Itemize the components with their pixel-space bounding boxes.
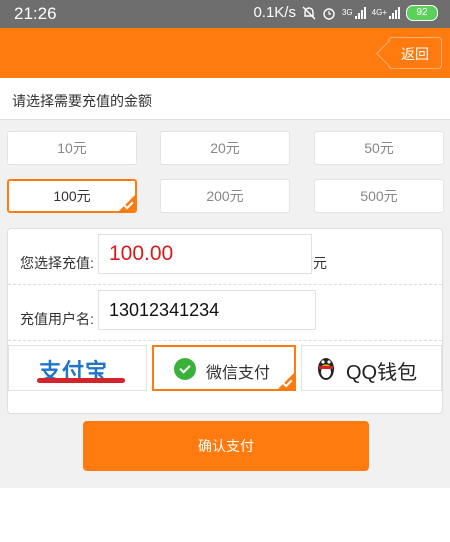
back-button-label: 返回 bbox=[401, 46, 429, 62]
network-4g-label: 4G+ bbox=[371, 7, 387, 17]
status-bar: 21:26 0.1K/s 3G 4G+ 92 bbox=[0, 0, 450, 28]
section-title: 请选择需要充值的金额 bbox=[0, 78, 450, 120]
qq-wallet-label: QQ钱包 bbox=[346, 362, 418, 384]
network-speed: 0.1K/s bbox=[253, 4, 296, 21]
form-divider bbox=[8, 340, 442, 341]
form-divider bbox=[8, 284, 442, 285]
amount-label: 100元 bbox=[53, 188, 91, 204]
wechat-pay-label: 微信支付 bbox=[206, 365, 271, 382]
alarm-icon bbox=[323, 7, 335, 20]
wechat-icon bbox=[174, 358, 196, 380]
username-input[interactable]: 13012341234 bbox=[98, 290, 316, 330]
amount-option-500[interactable]: 500元 bbox=[314, 179, 444, 213]
pay-option-qq[interactable]: QQ钱包 bbox=[301, 345, 442, 391]
signal-icon bbox=[354, 6, 366, 19]
amount-option-200[interactable]: 200元 bbox=[160, 179, 290, 213]
status-indicators: 0.1K/s 3G 4G+ 92 bbox=[253, 4, 438, 21]
network-3g-label: 3G bbox=[341, 7, 353, 17]
qq-penguin-icon bbox=[318, 358, 334, 380]
top-header: 返回 bbox=[0, 28, 450, 78]
amount-field-label: 您选择充值: bbox=[20, 255, 94, 271]
username-field-label: 充值用户名: bbox=[20, 311, 94, 327]
selected-check-icon bbox=[277, 372, 295, 390]
status-time: 21:26 bbox=[14, 4, 57, 23]
amount-option-20[interactable]: 20元 bbox=[160, 131, 290, 165]
amount-label: 500元 bbox=[360, 188, 398, 204]
signal-icon bbox=[389, 6, 400, 19]
pay-option-wechat[interactable]: 微信支付 bbox=[152, 345, 296, 391]
alipay-swoosh-icon bbox=[37, 378, 125, 383]
mute-bell-icon bbox=[302, 6, 316, 19]
pay-option-alipay[interactable]: 支付宝 bbox=[8, 345, 147, 391]
back-button[interactable]: 返回 bbox=[388, 37, 442, 69]
selected-check-icon bbox=[118, 194, 136, 212]
battery-icon: 92 bbox=[406, 4, 438, 21]
amount-unit: 元 bbox=[313, 255, 327, 271]
recharge-form: 您选择充值: 100.00 元 充值用户名: 13012341234 支付宝 微… bbox=[7, 228, 443, 414]
amount-option-50[interactable]: 50元 bbox=[314, 131, 444, 165]
amount-option-100[interactable]: 100元 bbox=[7, 179, 137, 213]
amount-label: 10元 bbox=[57, 140, 87, 156]
amount-option-10[interactable]: 10元 bbox=[7, 131, 137, 165]
amount-label: 50元 bbox=[364, 140, 394, 156]
amount-input[interactable]: 100.00 bbox=[98, 234, 312, 274]
amount-label: 20元 bbox=[210, 140, 240, 156]
recharge-content: 请选择需要充值的金额 10元 20元 50元 100元 200元 500元 您选… bbox=[0, 78, 450, 488]
confirm-pay-button[interactable]: 确认支付 bbox=[83, 421, 369, 471]
amount-label: 200元 bbox=[206, 188, 244, 204]
